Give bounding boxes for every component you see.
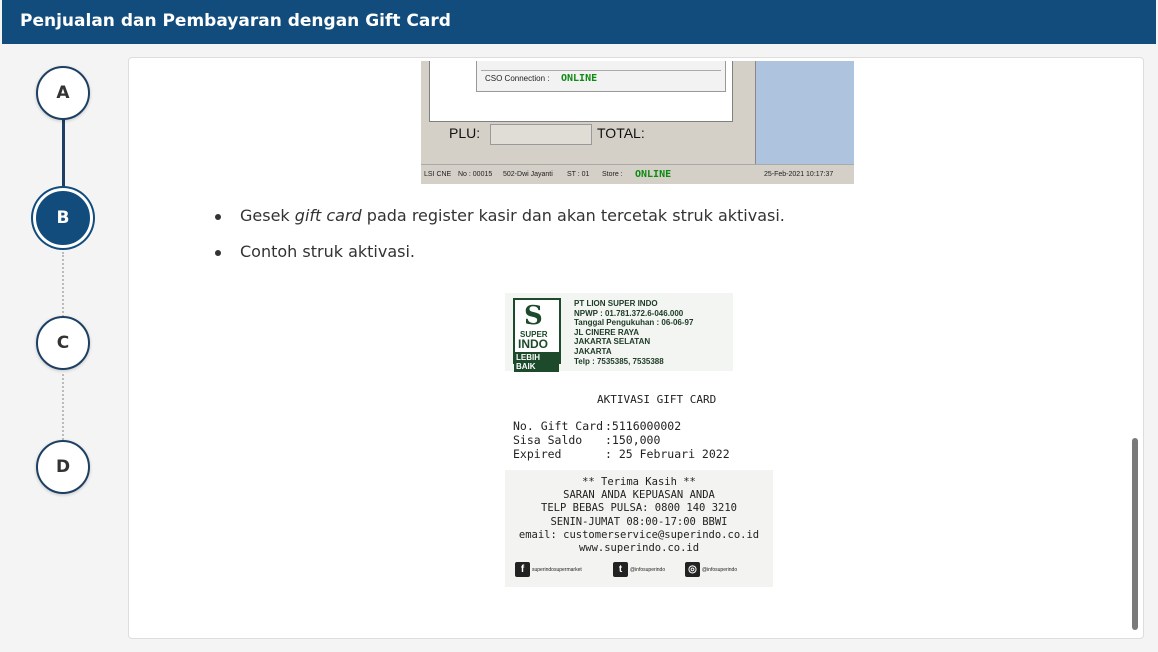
- company-info: PT LION SUPER INDO NPWP : 01.781.372.6-0…: [574, 299, 693, 366]
- field-key: No. Gift Card: [513, 419, 604, 433]
- receipt-footer-text: ** Terima Kasih ** SARAN ANDA KEPUASAN A…: [505, 476, 773, 555]
- pos-panel: CSO Connection : ONLINE: [429, 61, 733, 122]
- cso-connection-row: CSO Connection : ONLINE: [481, 70, 721, 88]
- facebook-handle: superindosupermarket: [532, 567, 582, 573]
- bullet-1-prefix: Gesek: [240, 206, 295, 225]
- bullet-1-emphasis: gift card: [294, 206, 362, 225]
- receipt-title: AKTIVASI GIFT CARD: [597, 393, 717, 406]
- content-card: CSO Connection : ONLINE PLU: TOTAL: LSI …: [128, 57, 1144, 639]
- pos-connection-panel: CSO Connection : ONLINE: [476, 61, 726, 92]
- footer-line: www.superindo.co.id: [578, 542, 700, 555]
- field-key: Sisa Saldo: [513, 433, 583, 447]
- status-cashier: 502-Dwi Jayanti: [503, 171, 553, 178]
- cso-connection-label: CSO Connection :: [485, 74, 550, 83]
- company-line: NPWP : 01.781.372.6-046.000: [574, 308, 684, 318]
- receipt-field-row: No. Gift Card:5116000002: [513, 419, 730, 433]
- field-value: :5116000002: [605, 419, 682, 433]
- company-line: JAKARTA: [574, 346, 612, 356]
- receipt-field-row: Sisa Saldo :150,000: [513, 433, 730, 447]
- logo-emblem: S: [524, 301, 543, 331]
- cso-connection-status: ONLINE: [561, 73, 598, 84]
- step-navigator: A B C D: [0, 44, 128, 652]
- company-line: Telp : 7535385, 7535388: [574, 356, 664, 366]
- instruction-list: Gesek gift card pada register kasir dan …: [213, 206, 785, 278]
- step-c-button[interactable]: C: [36, 316, 90, 370]
- status-station: ST : 01: [567, 171, 590, 178]
- content-scrollbar[interactable]: [1132, 438, 1138, 630]
- twitter-handle: @infosuperindo: [630, 567, 666, 573]
- receipt-footer: ** Terima Kasih ** SARAN ANDA KEPUASAN A…: [505, 470, 773, 587]
- footer-line: TELP BEBAS PULSA: 0800 140 3210: [541, 502, 737, 515]
- status-lsi: LSI CNE: [424, 171, 452, 178]
- receipt-header: S SUPER INDO LEBIH BAIK PT LION SUPER IN…: [505, 293, 733, 372]
- status-transaction-no: No : 00015: [458, 171, 493, 178]
- bullet-1-suffix: pada register kasir dan akan tercetak st…: [361, 206, 785, 225]
- activation-receipt-image: S SUPER INDO LEBIH BAIK PT LION SUPER IN…: [505, 293, 773, 593]
- receipt-field-row: Expired : 25 Februari 2022: [513, 447, 730, 461]
- pos-status-bar: LSI CNE No : 00015 502-Dwi Jayanti ST : …: [421, 164, 854, 184]
- list-item: Contoh struk aktivasi.: [213, 242, 785, 278]
- receipt-fields: No. Gift Card:5116000002 Sisa Saldo :150,…: [513, 419, 730, 461]
- field-key: Expired: [513, 447, 562, 461]
- facebook-icon: f: [515, 562, 530, 577]
- page-header: Penjualan dan Pembayaran dengan Gift Car…: [2, 0, 1156, 44]
- step-d-button[interactable]: D: [36, 440, 90, 494]
- footer-line: SENIN-JUMAT 08:00-17:00 BBWI: [550, 515, 728, 528]
- bullet-2-text: Contoh struk aktivasi.: [240, 242, 415, 261]
- instagram-icon: ◎: [685, 562, 700, 577]
- status-store-label: Store :: [602, 171, 623, 178]
- footer-line: email: customerservice@superindo.co.id: [518, 528, 760, 541]
- instagram-handle: @infosuperindo: [702, 567, 738, 573]
- social-links: f superindosupermarket t @infosuperindo …: [515, 562, 765, 578]
- total-label: TOTAL:: [597, 125, 645, 141]
- step-a-button[interactable]: A: [36, 66, 90, 120]
- company-line: JAKARTA SELATAN: [574, 337, 651, 347]
- twitter-icon: t: [613, 562, 628, 577]
- plu-input: [490, 124, 592, 145]
- company-line: PT LION SUPER INDO: [574, 299, 658, 308]
- footer-line: ** Terima Kasih **: [582, 476, 696, 488]
- field-value: : 25 Februari 2022: [605, 447, 730, 461]
- step-b-button[interactable]: B: [36, 191, 90, 245]
- superindo-logo: S SUPER INDO LEBIH BAIK: [513, 298, 561, 372]
- footer-line: SARAN ANDA KEPUASAN ANDA: [563, 489, 715, 502]
- logo-indo: INDO: [518, 337, 548, 351]
- status-store-online: ONLINE: [635, 169, 672, 180]
- pos-side-panel: [755, 61, 854, 164]
- plu-label: PLU:: [449, 125, 481, 141]
- company-line: Tanggal Pengukuhan : 06-06-97: [574, 318, 694, 328]
- pos-register-screenshot: CSO Connection : ONLINE PLU: TOTAL: LSI …: [421, 61, 854, 184]
- status-datetime: 25-Feb-2021 10:17:37: [764, 171, 834, 178]
- company-line: JL CINERE RAYA: [574, 327, 640, 337]
- field-value: :150,000: [605, 433, 661, 447]
- logo-tagline: LEBIH BAIK: [514, 352, 559, 372]
- list-item: Gesek gift card pada register kasir dan …: [213, 206, 785, 242]
- page-title: Penjualan dan Pembayaran dengan Gift Car…: [20, 11, 451, 31]
